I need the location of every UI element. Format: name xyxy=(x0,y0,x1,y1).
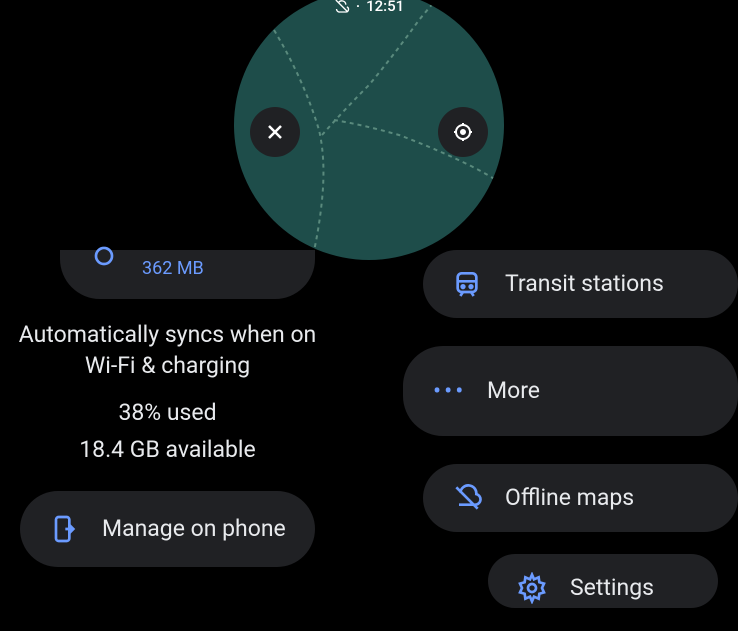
manage-label: Manage on phone xyxy=(102,514,286,544)
settings-icon xyxy=(516,572,548,604)
cloud-off-icon xyxy=(334,0,350,14)
cloud-off-icon xyxy=(451,482,483,514)
storage-icon xyxy=(88,244,120,276)
offline-label: Offline maps xyxy=(505,483,634,513)
transit-label: Transit stations xyxy=(505,269,664,299)
storage-size-label: 362 MB xyxy=(142,258,204,279)
storage-available-label: 18.4 GB available xyxy=(16,436,319,463)
phone-export-icon xyxy=(48,513,80,545)
time-label: 12:51 xyxy=(366,0,404,15)
settings-button[interactable]: Settings xyxy=(488,554,718,608)
watch-map-view[interactable]: · 12:51 xyxy=(234,0,504,260)
storage-used-label: 38% used xyxy=(16,399,319,426)
more-label: More xyxy=(487,376,540,406)
locate-button[interactable] xyxy=(438,107,488,157)
more-button[interactable]: ••• More xyxy=(403,346,738,436)
more-icon: ••• xyxy=(433,377,465,405)
manage-on-phone-button[interactable]: Manage on phone xyxy=(20,491,315,567)
settings-label: Settings xyxy=(570,573,654,603)
close-icon xyxy=(263,120,287,144)
offline-maps-button[interactable]: Offline maps xyxy=(423,464,738,532)
locate-icon xyxy=(451,120,475,144)
sync-description: Automatically syncs when on Wi-Fi & char… xyxy=(16,319,319,381)
transit-icon xyxy=(451,268,483,300)
transit-stations-button[interactable]: Transit stations xyxy=(423,250,738,318)
status-bar: · 12:51 xyxy=(334,0,404,15)
close-button[interactable] xyxy=(250,107,300,157)
